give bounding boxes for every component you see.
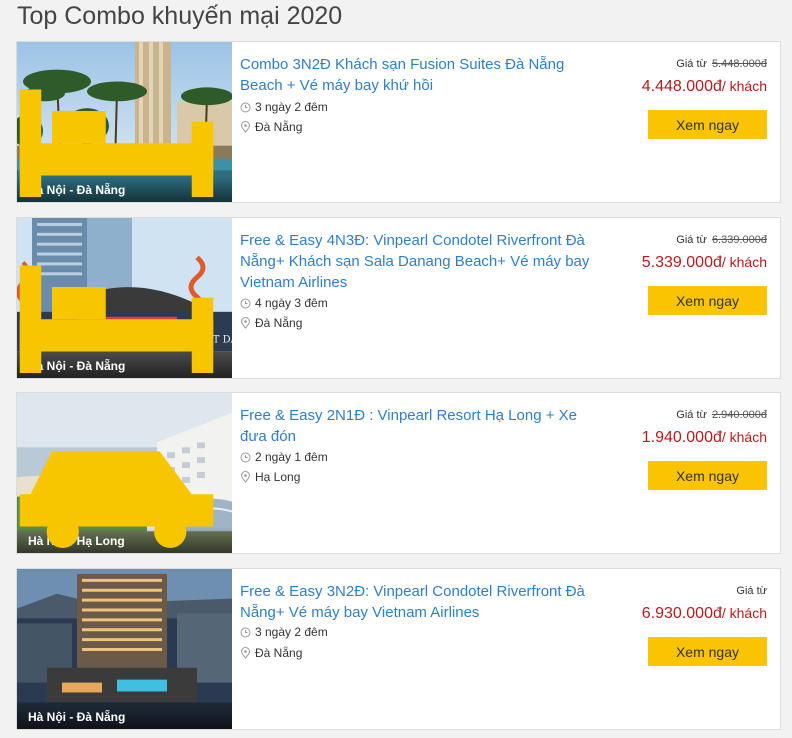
map-pin-icon (240, 317, 251, 329)
price-from-label: Giá từ (676, 234, 707, 246)
view-now-button[interactable]: Xem ngay (648, 637, 767, 666)
location-text: Hạ Long (255, 470, 301, 484)
current-price: 1.940.000đ/ khách (642, 429, 767, 447)
duration-text: 2 ngày 1 đêm (255, 450, 328, 464)
deal-title[interactable]: Combo 3N2Đ Khách sạn Fusion Suites Đà Nẵ… (240, 54, 600, 96)
price-value: 4.448.000đ (641, 78, 722, 95)
location: Đà Nẵng (240, 316, 302, 330)
view-now-button[interactable]: Xem ngay (648, 461, 767, 490)
deal-image[interactable]: Hà Nội - Đà Nẵng (17, 569, 232, 729)
deal-title[interactable]: Free & Easy 2N1Đ : Vinpearl Resort Hạ Lo… (240, 405, 600, 447)
duration: 3 ngày 2 đêm (240, 625, 328, 639)
location-text: Đà Nẵng (255, 120, 303, 134)
clock-icon (240, 298, 251, 308)
route-label: Hà Nội - Đà Nẵng (28, 710, 126, 724)
price-from-label: Giá từ (676, 409, 707, 421)
location: Đà Nẵng (240, 646, 302, 660)
transport-icons: + (17, 244, 224, 373)
deal-card[interactable]: Hà Nội - Đà Nẵng + Combo 3N2Đ Khách sạn … (16, 41, 781, 203)
clock-icon (240, 102, 251, 112)
map-pin-icon (240, 471, 251, 483)
price-unit: / khách (721, 429, 767, 445)
deal-card[interactable]: VINPEARL CONDOTEL RIVERFRONT DA NG Hà Nộ… (16, 217, 781, 379)
price-from-label: Giá từ (736, 585, 767, 597)
view-now-button[interactable]: Xem ngay (648, 286, 767, 315)
transport-icons: + (17, 68, 224, 197)
car-icon (19, 451, 214, 548)
price-from: Giá từ 5.448.000đ (676, 58, 767, 70)
price-value: 6.930.000đ (641, 605, 722, 622)
price-from: Giá từ 2.940.000đ (676, 409, 767, 421)
map-pin-icon (240, 121, 251, 133)
price-unit: / khách (721, 78, 767, 94)
deal-image[interactable]: VINPEARL CONDOTEL RIVERFRONT DA NG Hà Nộ… (17, 218, 232, 378)
deal-image[interactable]: Hà Nội - Hạ Long + (17, 393, 232, 553)
hotel-bed-icon (19, 89, 214, 197)
original-price: 5.448.000đ (711, 58, 767, 70)
duration-text: 3 ngày 2 đêm (255, 625, 328, 639)
deal-card[interactable]: Hà Nội - Đà Nẵng Free & Easy 3N2Đ: Vinpe… (16, 568, 781, 730)
price-value: 1.940.000đ (641, 429, 722, 446)
page-title: Top Combo khuyến mại 2020 (17, 2, 343, 30)
price-from: Giá từ 6.339.000đ (676, 234, 767, 246)
price-unit: / khách (721, 605, 767, 621)
clock-icon (240, 452, 251, 462)
original-price: 6.339.000đ (711, 234, 767, 246)
deal-image[interactable]: Hà Nội - Đà Nẵng + (17, 42, 232, 202)
original-price: 2.940.000đ (711, 409, 767, 421)
location: Đà Nẵng (240, 120, 302, 134)
hotel-bed-icon (19, 265, 214, 373)
duration: 4 ngày 3 đêm (240, 296, 328, 310)
view-now-button[interactable]: Xem ngay (648, 110, 767, 139)
location-text: Đà Nẵng (255, 646, 303, 660)
map-pin-icon (240, 647, 251, 659)
current-price: 4.448.000đ/ khách (642, 78, 767, 96)
duration-text: 3 ngày 2 đêm (255, 100, 328, 114)
price-from-label: Giá từ (676, 58, 707, 70)
clock-icon (240, 627, 251, 637)
duration-text: 4 ngày 3 đêm (255, 296, 328, 310)
price-value: 5.339.000đ (641, 254, 722, 271)
transport-icons: + (17, 419, 224, 548)
current-price: 5.339.000đ/ khách (642, 254, 767, 272)
price-unit: / khách (721, 254, 767, 270)
duration: 3 ngày 2 đêm (240, 100, 328, 114)
duration: 2 ngày 1 đêm (240, 450, 328, 464)
location-text: Đà Nẵng (255, 316, 303, 330)
deal-title[interactable]: Free & Easy 4N3Đ: Vinpearl Condotel Rive… (240, 230, 600, 293)
location: Hạ Long (240, 470, 300, 484)
deal-title[interactable]: Free & Easy 3N2Đ: Vinpearl Condotel Rive… (240, 581, 600, 623)
current-price: 6.930.000đ/ khách (642, 605, 767, 623)
price-from: Giá từ (736, 585, 767, 597)
deal-card[interactable]: Hà Nội - Hạ Long + Free & Easy 2N1Đ : Vi… (16, 392, 781, 554)
